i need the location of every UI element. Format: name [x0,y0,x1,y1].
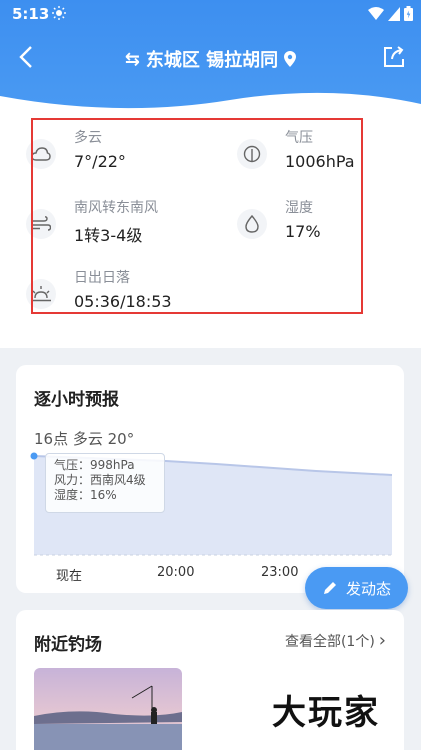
spot-photo[interactable] [34,668,182,750]
highlight-box [31,118,363,314]
status-time: 5:13 [12,5,50,23]
hourly-title: 逐小时预报 [34,390,119,410]
status-bar: 5:13 [0,0,421,28]
location-pin-icon [284,51,297,67]
battery-icon [404,6,413,21]
hourly-forecast-card: 逐小时预报 16点 多云 20° 气压：998hPa 风力：西南风4级 湿度：1… [16,365,404,593]
sun-status-icon [52,6,66,20]
nav-bar: ⇆ 东城区 锡拉胡同 [0,38,421,78]
share-icon[interactable] [381,44,407,70]
chart-tooltip: 气压：998hPa 风力：西南风4级 湿度：16% [45,453,165,513]
swap-icon: ⇆ [124,48,140,70]
wifi-icon [368,6,384,20]
x-label-2000: 20:00 [157,565,195,580]
nearby-title: 附近钓场 [34,635,102,655]
signal-icon [388,6,400,21]
chevron-right-icon: › [378,630,386,651]
location-name: 东城区 锡拉胡同 [145,50,279,71]
header-wave [0,92,421,112]
tooltip-pressure: 气压：998hPa [54,458,135,472]
x-label-2300: 23:00 [261,565,299,580]
tooltip-wind: 风力：西南风4级 [54,473,146,487]
watermark-logo: 大玩家 [272,693,380,733]
x-label-now: 现在 [56,569,83,584]
tooltip-humidity: 湿度：16% [54,488,117,502]
post-update-label: 发动态 [345,579,391,598]
lake-image [34,668,182,750]
location-title[interactable]: ⇆ 东城区 锡拉胡同 [0,46,421,72]
post-update-button[interactable]: 发动态 [305,567,408,609]
view-all-link[interactable]: 查看全部(1个) › [285,630,386,651]
view-all-label: 查看全部(1个) [284,633,375,650]
header: 5:13 ⇆ 东城区 锡拉胡同 [0,0,421,112]
pencil-icon [323,582,336,594]
